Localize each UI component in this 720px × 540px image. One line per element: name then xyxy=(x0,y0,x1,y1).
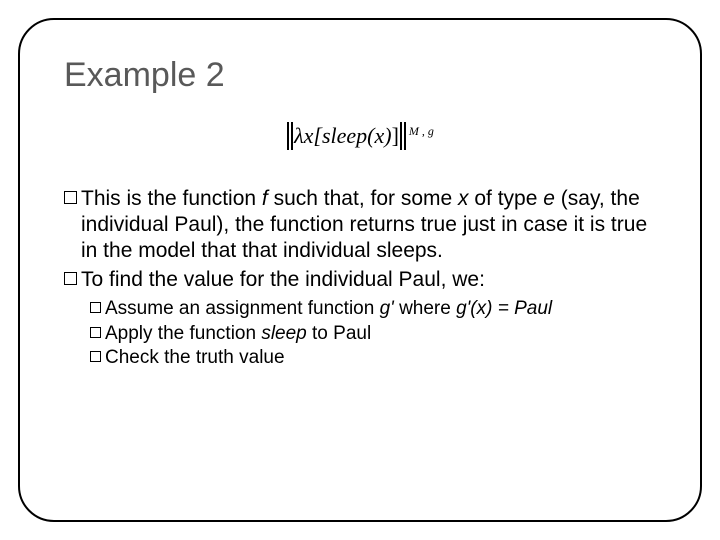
slide-title: Example 2 xyxy=(64,56,656,95)
t: e xyxy=(543,187,555,210)
t: where xyxy=(394,298,456,319)
slide-frame: Example 2 λx[sleep(x)]M , g This is the … xyxy=(18,18,702,522)
sub-3-text: Check the truth value xyxy=(105,346,656,370)
formula-var: (x) xyxy=(367,123,391,148)
t: Apply the function xyxy=(105,323,261,344)
bullet-1-text: This is the function f such that, for so… xyxy=(81,186,656,265)
sub-bullet-1: Assume an assignment function g' where g… xyxy=(90,297,656,321)
t: This is the function xyxy=(81,187,262,210)
sub-bullet-2: Apply the function sleep to Paul xyxy=(90,322,656,346)
formula-suffix: ] xyxy=(392,123,399,148)
t: to Paul xyxy=(307,323,371,344)
square-bullet-icon xyxy=(90,327,101,338)
sub-bullet-3: Check the truth value xyxy=(90,346,656,370)
formula-prefix: λx[ xyxy=(294,123,322,148)
content-block: This is the function f such that, for so… xyxy=(64,186,656,370)
square-bullet-icon xyxy=(90,302,101,313)
t: x xyxy=(458,187,469,210)
double-bar-right-icon xyxy=(400,122,406,150)
t: sleep xyxy=(261,323,306,344)
bullet-item-1: This is the function f such that, for so… xyxy=(64,186,656,265)
sub-bullet-list: Assume an assignment function g' where g… xyxy=(90,297,656,370)
bullet-item-2: To find the value for the individual Pau… xyxy=(64,267,656,293)
t: g' xyxy=(380,298,394,319)
square-bullet-icon xyxy=(90,351,101,362)
bullet-2-text: To find the value for the individual Pau… xyxy=(81,267,656,293)
formula-func: sleep xyxy=(322,123,367,148)
square-bullet-icon xyxy=(64,272,77,285)
formula-block: λx[sleep(x)] M , g xyxy=(64,123,656,152)
sub-1-text: Assume an assignment function g' where g… xyxy=(105,297,656,321)
t: of type xyxy=(469,187,544,210)
square-bullet-icon xyxy=(64,191,77,204)
formula-expression: λx[sleep(x)] M , g xyxy=(286,123,434,148)
double-bar-left-icon xyxy=(287,122,293,150)
t: Assume an assignment function xyxy=(105,298,380,319)
sub-2-text: Apply the function sleep to Paul xyxy=(105,322,656,346)
formula-superscript: M , g xyxy=(409,124,434,138)
t: g'(x) = Paul xyxy=(456,298,552,319)
t: such that, for some xyxy=(268,187,458,210)
